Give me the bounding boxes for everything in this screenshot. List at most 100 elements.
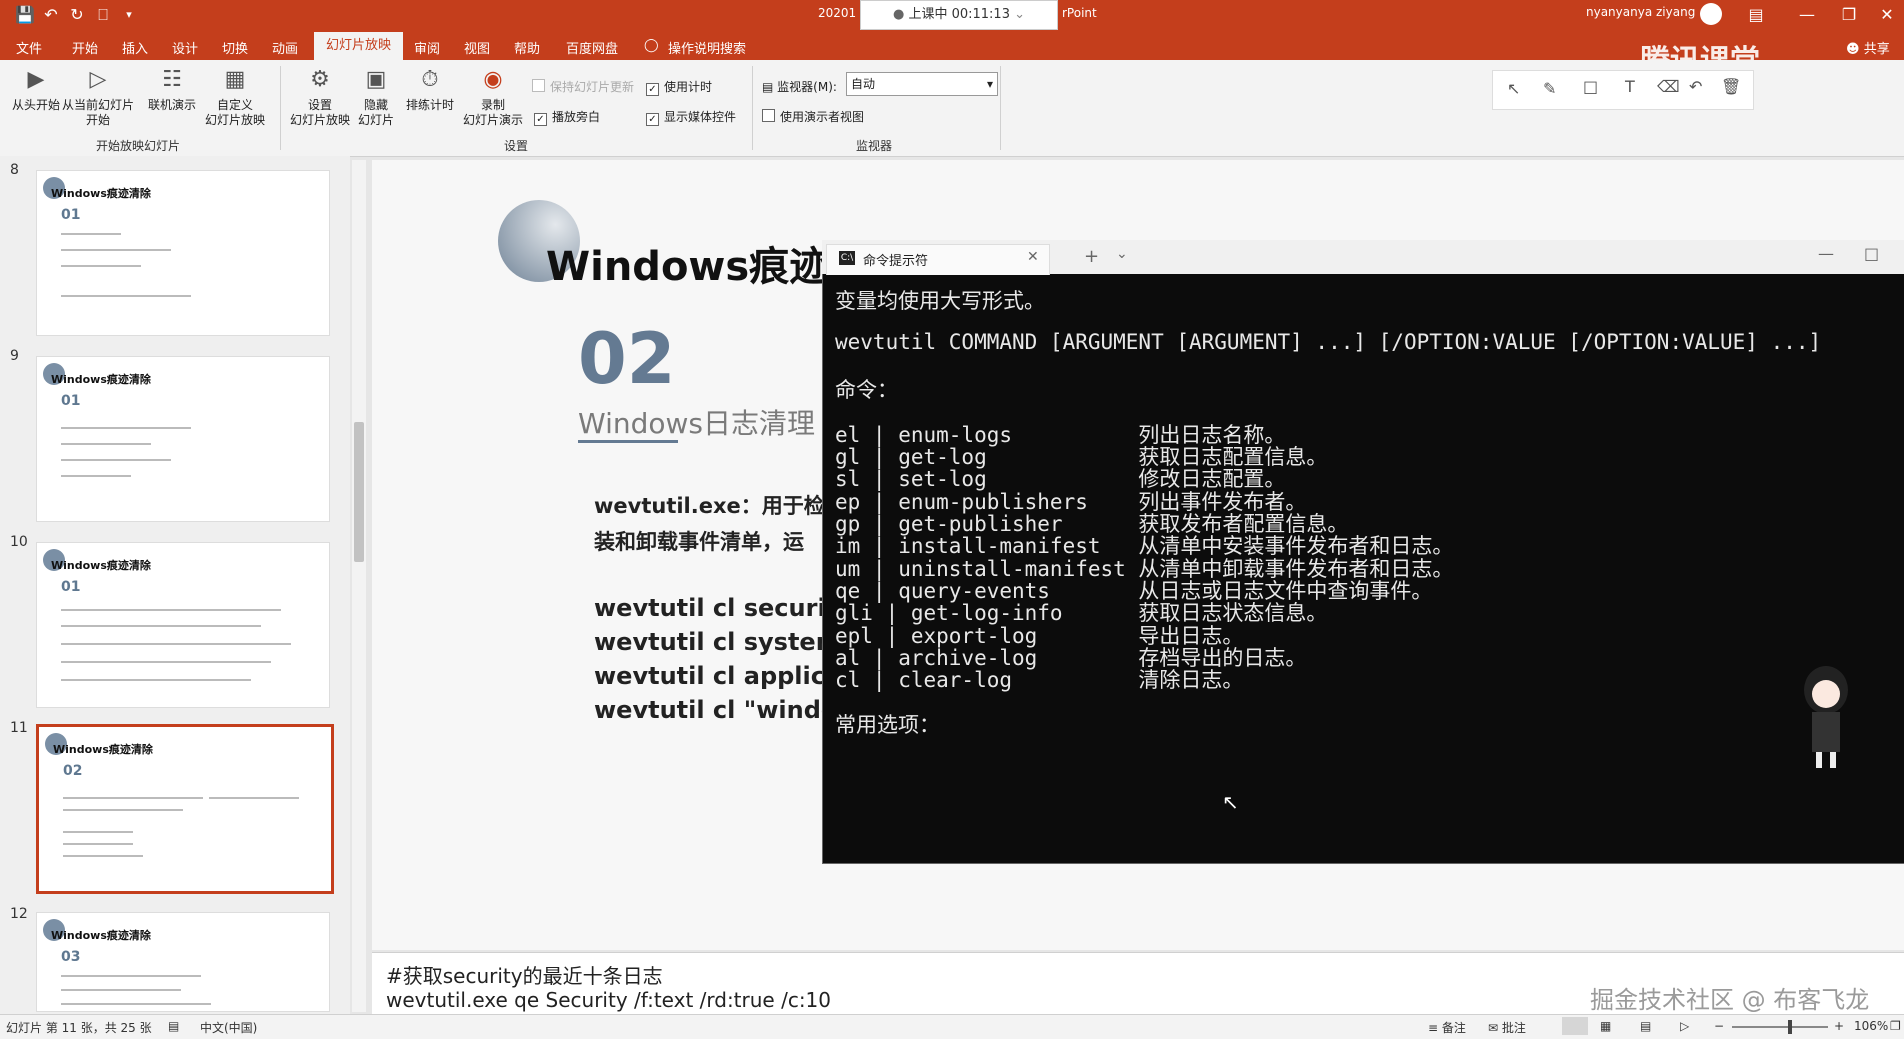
ribbon-display-icon[interactable]: ▤: [1745, 4, 1767, 26]
shape-icon[interactable]: □: [1583, 77, 1598, 96]
terminal-line: 命令：: [835, 378, 898, 403]
record-dot-icon: ●: [892, 7, 905, 22]
rehearse-timings-button[interactable]: ⏱ 排练计时: [402, 66, 458, 113]
tab-animations[interactable]: 动画: [272, 38, 298, 57]
slide-thumbnail-10[interactable]: Windows痕迹清除 01: [36, 542, 330, 708]
undo-icon[interactable]: ↶: [1689, 77, 1702, 96]
tab-slideshow[interactable]: 幻灯片放映: [314, 32, 404, 60]
chevron-down-icon[interactable]: ⌄: [1014, 7, 1025, 22]
tab-insert[interactable]: 插入: [122, 38, 148, 57]
save-icon[interactable]: 💾: [14, 4, 36, 26]
slideshow-view-icon[interactable]: ▷: [1680, 1019, 1689, 1033]
restore-icon[interactable]: ❐: [1838, 4, 1860, 26]
keep-updated-checkbox: 保持幻灯片更新: [532, 78, 634, 95]
minimize-icon[interactable]: —: [1818, 244, 1834, 263]
cmd-tab[interactable]: C:\ 命令提示符 ✕: [826, 244, 1050, 275]
class-timer: ● 上课中 00:11:13 ⌄: [860, 0, 1058, 30]
trash-icon[interactable]: 🗑: [1721, 77, 1741, 96]
tab-file[interactable]: 文件: [16, 38, 42, 57]
undo-icon[interactable]: ↶: [40, 4, 62, 26]
online-present-icon: ☷: [162, 67, 182, 92]
custom-show-icon: ▦: [224, 67, 246, 92]
anime-mascot-icon: [1796, 660, 1856, 770]
language-status[interactable]: 中文(中国): [200, 1019, 257, 1036]
doc-title-left: 20201: [818, 6, 857, 20]
minimize-icon[interactable]: —: [1796, 4, 1818, 26]
use-timings-checkbox[interactable]: ✓ 使用计时: [646, 78, 712, 96]
setup-show-icon: ⚙: [310, 67, 330, 92]
normal-view-icon[interactable]: [1562, 1017, 1588, 1035]
slide-thumbnail-8[interactable]: Windows痕迹清除 01: [36, 170, 330, 336]
section-underline: [578, 440, 678, 443]
close-icon[interactable]: ✕: [1876, 4, 1898, 26]
tab-transitions[interactable]: 切换: [222, 38, 248, 57]
mouse-cursor-icon: ↖: [1222, 790, 1239, 814]
spelling-icon[interactable]: ▤: [168, 1019, 179, 1033]
zoom-out-icon[interactable]: −: [1714, 1019, 1724, 1033]
ribbon-separator: [1000, 66, 1001, 150]
terminal-line: wevtutil COMMAND [ARGUMENT [ARGUMENT] ..…: [835, 329, 1822, 354]
zoom-in-icon[interactable]: +: [1834, 1019, 1844, 1033]
pen-icon[interactable]: ✎: [1543, 79, 1556, 98]
slide-desc-line1: wevtutil.exe：用于检: [594, 494, 825, 518]
zoom-slider-thumb[interactable]: [1788, 1020, 1792, 1034]
share-button[interactable]: ☻ 共享: [1846, 38, 1890, 57]
avatar[interactable]: [1700, 3, 1722, 25]
zoom-slider[interactable]: [1732, 1020, 1828, 1034]
section-title: Windows日志清理: [578, 407, 815, 440]
command-prompt-window[interactable]: 变量均使用大写形式。 wevtutil COMMAND [ARGUMENT [AR…: [822, 240, 1904, 864]
timer-text: 上课中 00:11:13: [908, 7, 1010, 22]
from-beginning-button[interactable]: ▶ 从头开始: [6, 66, 66, 113]
scroll-thumb[interactable]: [354, 422, 364, 562]
notes-icon: ≡: [1428, 1021, 1439, 1035]
record-icon: ◉: [483, 67, 503, 92]
tab-home[interactable]: 开始: [72, 38, 98, 57]
record-show-button[interactable]: ◉ 录制 幻灯片演示: [456, 66, 530, 128]
presenter-view-checkbox[interactable]: 使用演示者视图: [762, 108, 864, 125]
terminal-line: 常用选项：: [835, 712, 940, 737]
slide-number: 10: [10, 534, 28, 550]
text-icon[interactable]: T: [1625, 77, 1635, 96]
play-narrations-checkbox[interactable]: ✓ 播放旁白: [534, 108, 600, 126]
customize-qat-icon[interactable]: ▾: [118, 4, 140, 26]
slide-desc-line2: 装和卸载事件清单，运: [594, 530, 804, 554]
slide-thumbnail-11[interactable]: Windows痕迹清除 02: [36, 724, 334, 894]
fit-slide-icon[interactable]: ❐: [1890, 1019, 1901, 1033]
terminal-line: cl | clear-log 清除日志。: [835, 668, 1244, 693]
tell-me-search[interactable]: 操作说明搜索: [668, 38, 746, 57]
slide-thumbnail-12[interactable]: Windows痕迹清除 03: [36, 912, 330, 1012]
from-current-button[interactable]: ▷ 从当前幻灯片 开始: [60, 66, 136, 128]
cursor-icon[interactable]: ↖: [1507, 79, 1520, 98]
custom-show-button[interactable]: ▦ 自定义 幻灯片放映: [200, 66, 270, 128]
comment-icon: ✉: [1488, 1021, 1499, 1035]
show-media-controls-checkbox[interactable]: ✓ 显示媒体控件: [646, 108, 736, 126]
comments-toggle[interactable]: ✉ 批注: [1488, 1019, 1526, 1036]
eraser-icon[interactable]: ⌫: [1657, 77, 1680, 96]
notes-toggle[interactable]: ≡ 备注: [1428, 1019, 1466, 1036]
setup-show-button[interactable]: ⚙ 设置 幻灯片放映: [286, 66, 354, 128]
monitor-select[interactable]: 自动 ▾: [846, 72, 998, 96]
present-icon[interactable]: ⎕: [92, 4, 114, 26]
tab-design[interactable]: 设计: [172, 38, 198, 57]
hide-slide-icon: ▣: [365, 67, 387, 92]
new-tab-icon[interactable]: +: [1084, 246, 1099, 267]
section-number: 02: [578, 318, 676, 400]
maximize-icon[interactable]: □: [1864, 244, 1879, 263]
thumbnail-scrollbar[interactable]: [352, 160, 366, 1012]
zoom-level[interactable]: 106%: [1854, 1019, 1888, 1033]
group-label-monitor: 监视器: [856, 139, 893, 153]
chevron-down-icon[interactable]: ⌄: [1116, 246, 1128, 262]
title-bar: 💾 ↶ ↻ ⎕ ▾ 20201 ● 上课中 00:11:13 ⌄ rPoint …: [0, 0, 1904, 30]
slide-cmd: wevtutil cl system: [594, 628, 841, 656]
tab-baidu-netdisk[interactable]: 百度网盘: [566, 38, 618, 57]
reading-view-icon[interactable]: ▤: [1640, 1019, 1651, 1033]
online-present-button[interactable]: ☷ 联机演示: [144, 66, 200, 113]
slide-sorter-icon[interactable]: ▦: [1600, 1019, 1611, 1033]
slide-thumbnail-9[interactable]: Windows痕迹清除 01: [36, 356, 330, 522]
tab-view[interactable]: 视图: [464, 38, 490, 57]
tab-review[interactable]: 审阅: [414, 38, 440, 57]
hide-slide-button[interactable]: ▣ 隐藏 幻灯片: [354, 66, 398, 128]
redo-icon[interactable]: ↻: [66, 4, 88, 26]
tab-help[interactable]: 帮助: [514, 38, 540, 57]
close-tab-icon[interactable]: ✕: [1027, 249, 1039, 265]
